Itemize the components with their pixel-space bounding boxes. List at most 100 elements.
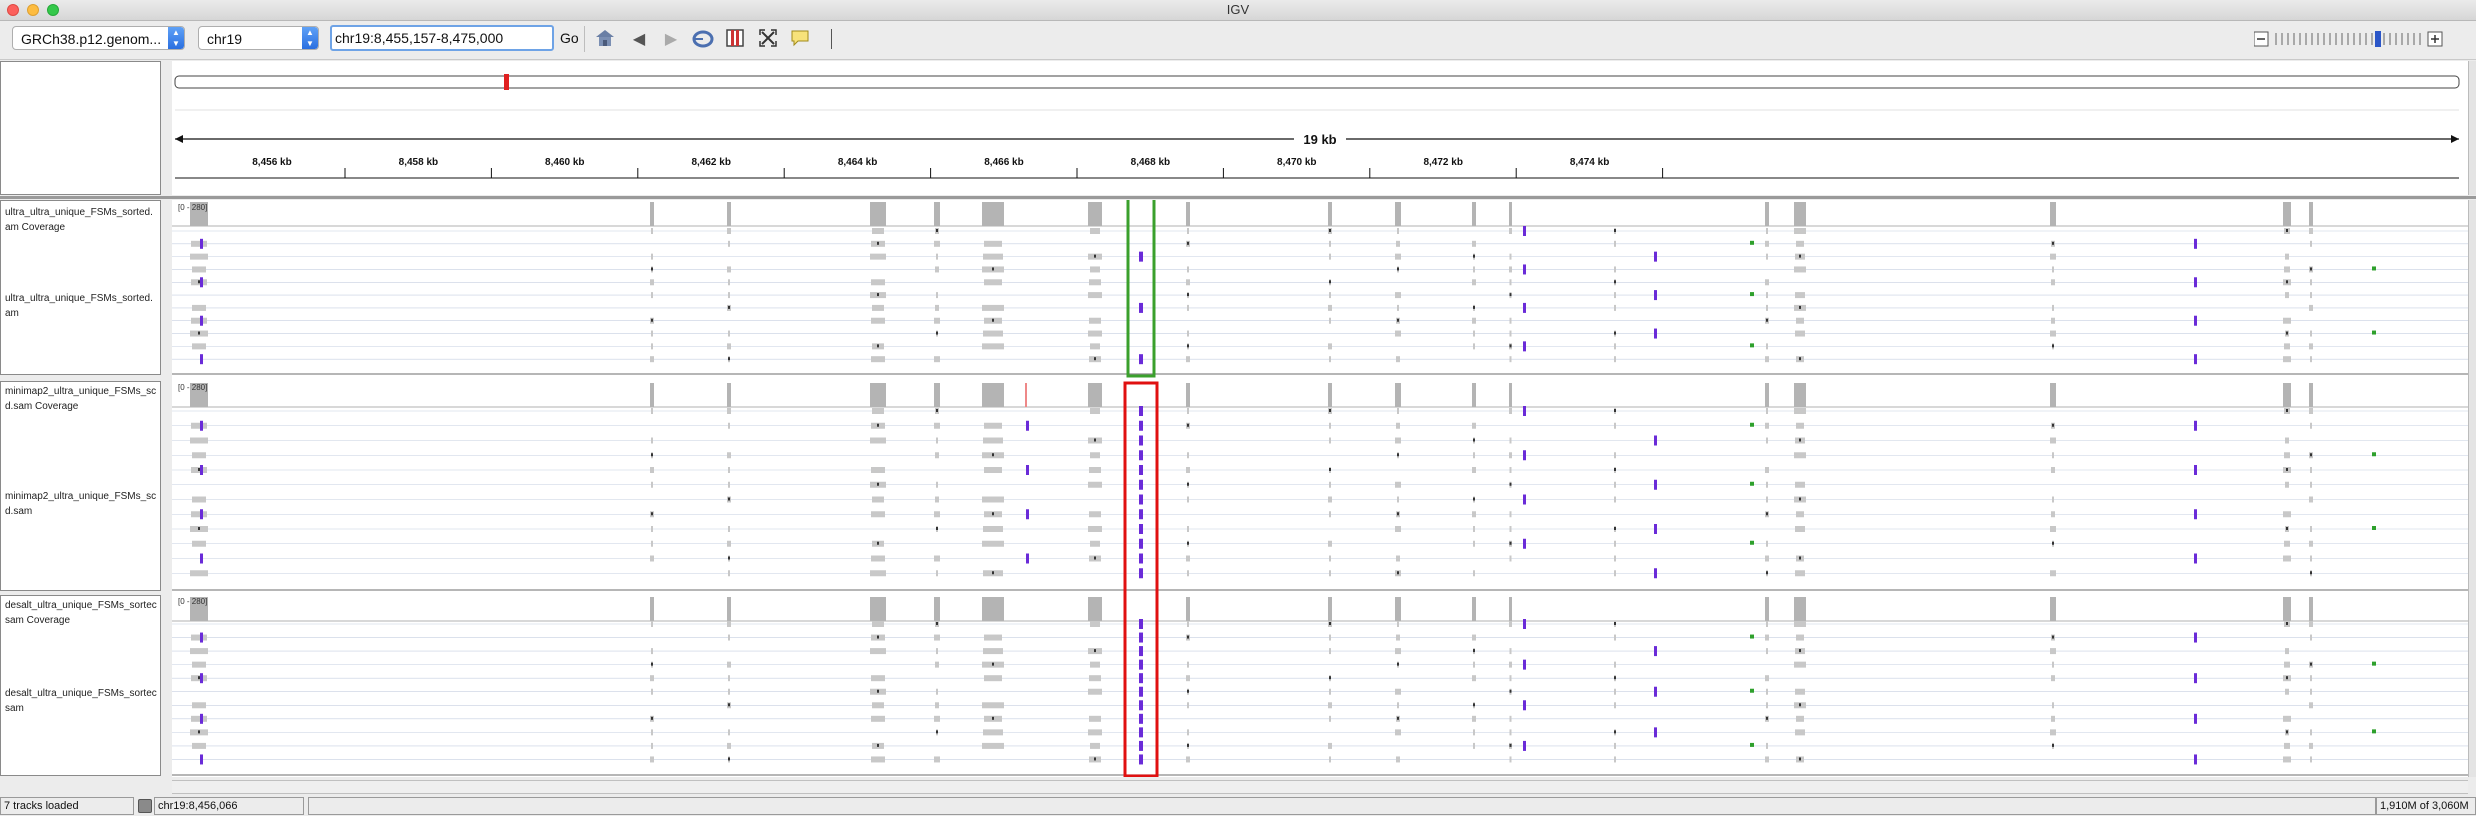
alignment-track-label[interactable]: ultra_ultra_unique_FSMs_sorted. am [5,291,163,321]
alignment-track-label[interactable]: desalt_ultra_unique_FSMs_sortec sam [5,686,163,716]
read-block [1187,330,1189,337]
mismatch-mark [936,409,938,412]
home-icon[interactable] [594,29,616,51]
insertion-mark [1654,686,1657,697]
insertion-mark [2194,713,2197,724]
read-block [1187,702,1189,709]
coverage-bar [1472,597,1476,621]
mismatch-mark [1614,280,1616,284]
read-block [1794,452,1806,459]
read-block [1186,675,1190,682]
coverage-track-label[interactable]: minimap2_ultra_unique_FSMs_sc d.sam Cove… [5,384,163,414]
read-block [1090,266,1100,273]
read-block [2284,452,2290,459]
status-indicator-icon [138,799,152,813]
coverage-track-label[interactable]: desalt_ultra_unique_FSMs_sortec sam Cove… [5,598,163,628]
read-block [1509,228,1512,234]
mismatch-mark [728,556,730,560]
read-block [1472,715,1476,722]
mismatch-mark [992,662,994,666]
ruler-tick-label: 8,460 kb [545,157,584,168]
coverage-bar [1509,383,1512,407]
read-block [1328,540,1332,547]
mismatch-mark [1750,540,1754,545]
insertion-mark [1654,435,1657,446]
read-block [190,648,208,655]
read-block [871,317,885,324]
mismatch-mark [1473,649,1475,653]
popup-icon[interactable] [789,29,811,51]
insertion-mark [200,509,203,520]
read-block [936,481,938,488]
read-block [1088,688,1102,695]
read-block [2310,555,2312,562]
read-block [1509,279,1512,286]
alignment-track-label[interactable]: minimap2_ultra_unique_FSMs_sc d.sam [5,489,163,519]
read-block [1328,496,1332,503]
read-block [1329,292,1331,299]
read-block [1473,526,1475,532]
read-block [650,555,654,562]
read-block [936,648,938,655]
read-block [2285,253,2289,260]
coverage-range-label: [0 - 280] [178,383,207,392]
read-block [1329,240,1331,247]
read-block [192,343,206,350]
back-icon[interactable]: ◀ [628,29,650,51]
insertion-mark [1523,619,1526,629]
zoom-widget[interactable] [2253,30,2444,48]
coverage-bar [2050,597,2056,621]
read-block [1795,330,1805,337]
chromosome-dropdown[interactable]: chr19 ▲ ▼ [198,26,319,50]
read-block [1614,756,1616,763]
mismatch-mark [2052,344,2054,348]
vertical-scrollbar[interactable] [2468,200,2476,777]
read-block [1796,511,1804,518]
mismatch-mark [1397,453,1399,457]
coverage-bar [1328,202,1332,226]
fit-icon[interactable] [757,29,779,51]
read-block [870,437,886,444]
read-block [1473,661,1475,668]
read-block [1088,481,1102,488]
read-block [1765,467,1769,473]
insertion-mark [2194,509,2197,520]
mismatch-mark [1187,241,1189,245]
mismatch-mark [1094,254,1096,258]
locus-search-input[interactable]: chr19:8,455,157-8,475,000 [330,25,554,51]
read-block [1473,742,1475,749]
mismatch-mark [1799,556,1801,560]
track-data-panel[interactable]: [0 - 280] [0 - 280] [0 - 280] [172,200,2468,777]
read-block [1794,228,1806,234]
mismatch-mark [2310,571,2312,575]
read-block [1090,408,1100,414]
coverage-track-label[interactable]: ultra_ultra_unique_FSMs_sorted. am Cover… [5,205,163,235]
go-button[interactable]: Go [560,30,579,46]
read-block [934,511,940,518]
read-block [1614,240,1616,247]
forward-icon[interactable]: ▶ [660,29,682,51]
read-block [1396,240,1400,247]
read-block [190,253,208,260]
insertion-mark [1139,509,1143,520]
refresh-icon[interactable] [692,29,714,51]
mismatch-mark [1750,481,1754,486]
horizontal-scrollbar[interactable] [172,780,2468,794]
region-icon[interactable] [724,29,746,51]
vertical-scrollbar[interactable] [2468,61,2476,195]
mismatch-mark [2372,452,2376,457]
genome-dropdown[interactable]: GRCh38.p12.genom... ▲ ▼ [12,26,185,50]
insertion-mark [2194,632,2197,643]
mismatch-mark [877,293,879,297]
read-block [2285,437,2289,444]
read-block [728,481,730,488]
read-block [1329,648,1331,655]
read-block [872,621,884,627]
coverage-bar [1025,383,1027,407]
insertion-mark [2194,420,2197,431]
coverage-bar [650,597,654,621]
read-block [1395,253,1401,260]
read-block [1329,356,1331,363]
read-block [2051,467,2055,473]
coverage-bar [1395,202,1401,226]
